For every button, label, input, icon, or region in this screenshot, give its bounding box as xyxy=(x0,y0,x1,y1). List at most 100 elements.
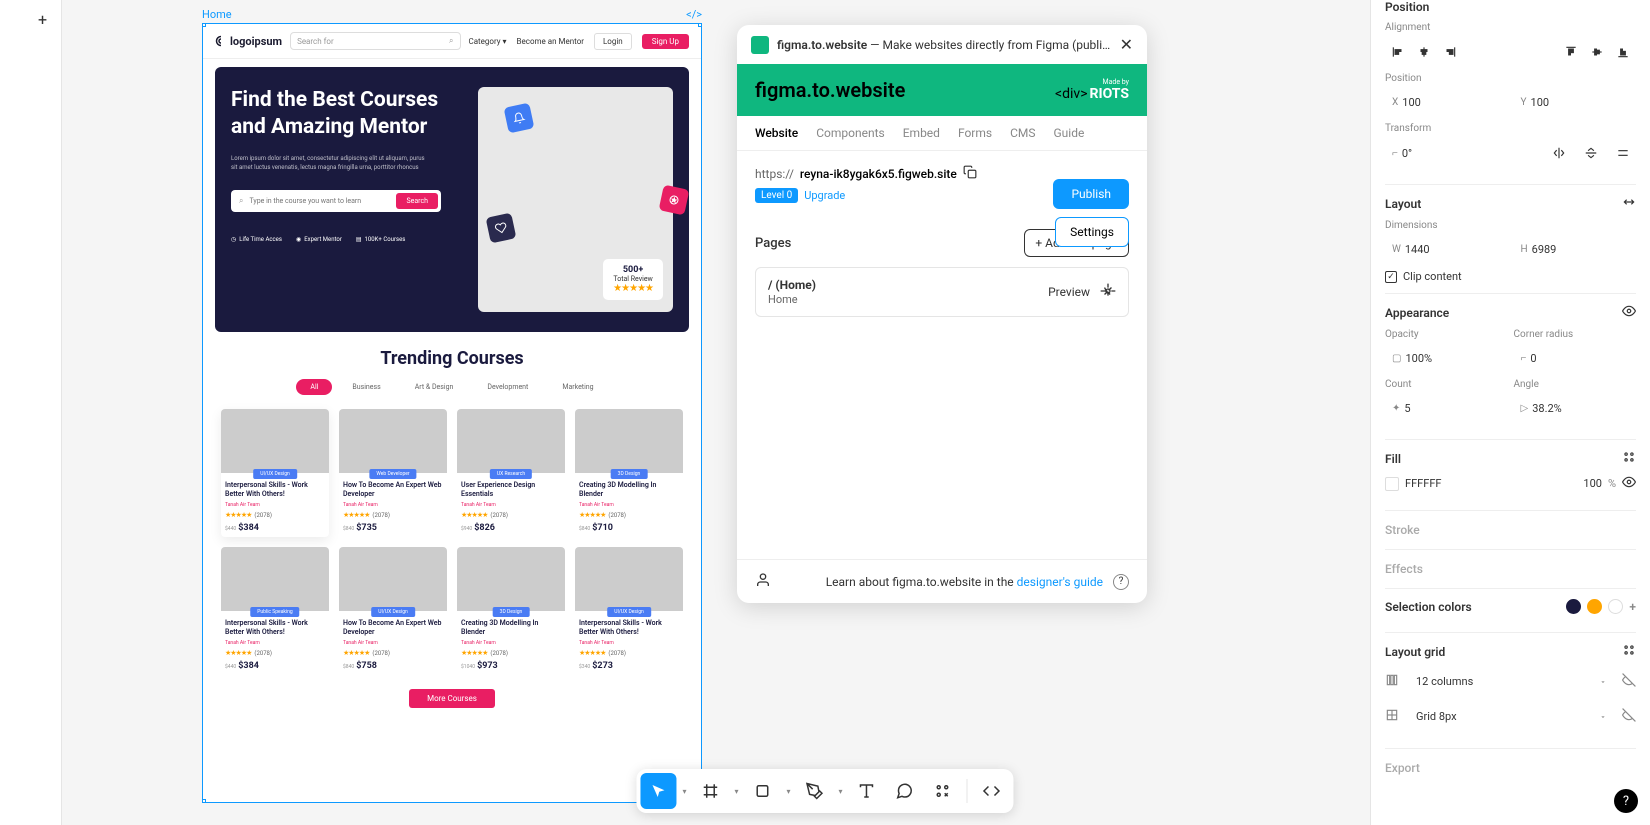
dev-mode-tool[interactable] xyxy=(974,773,1010,809)
close-icon[interactable]: ✕ xyxy=(1120,35,1133,54)
tab-business[interactable]: Business xyxy=(338,379,394,395)
clip-content-checkbox[interactable]: ✓Clip content xyxy=(1385,270,1636,283)
tab-art[interactable]: Art & Design xyxy=(401,379,468,395)
tab-embed[interactable]: Embed xyxy=(903,126,940,140)
designers-guide-link[interactable]: designer's guide xyxy=(1017,575,1103,589)
effects-section[interactable]: Effects xyxy=(1385,550,1636,589)
canvas[interactable]: Home </> logoipsum Search for ⌕ Category… xyxy=(62,0,1370,825)
fill-hex[interactable]: FFFFFF xyxy=(1405,477,1577,490)
angle-field[interactable]: ▷38.2% xyxy=(1514,396,1637,421)
plugin-header[interactable]: figma.to.website — Make websites directl… xyxy=(737,25,1147,64)
tab-website[interactable]: Website xyxy=(755,126,798,140)
color-swatch[interactable] xyxy=(1566,599,1581,614)
page-item[interactable]: / (Home) Home Preview xyxy=(755,267,1129,317)
fill-opacity[interactable]: 100 xyxy=(1583,477,1602,490)
count-field[interactable]: ✦5 xyxy=(1385,396,1508,421)
rotation-field[interactable]: ⌐0° xyxy=(1385,141,1467,166)
user-icon[interactable] xyxy=(755,572,771,591)
frame-label[interactable]: Home </> xyxy=(202,8,702,21)
selection-handle[interactable] xyxy=(202,23,206,27)
x-field[interactable]: X100 xyxy=(1385,90,1508,115)
chevron-down-icon[interactable]: ▾ xyxy=(835,787,847,796)
autolayout-icon[interactable] xyxy=(1622,195,1636,212)
course-card[interactable]: 3D Design Creating 3D Modelling In Blend… xyxy=(575,409,683,537)
tab-components[interactable]: Components xyxy=(816,126,885,140)
tab-all[interactable]: All xyxy=(296,379,332,395)
course-card[interactable]: Public Speaking Interpersonal Skills - W… xyxy=(221,547,329,675)
course-card[interactable]: Web Developer How To Become An Expert We… xyxy=(339,409,447,537)
width-field[interactable]: W1440 xyxy=(1385,237,1508,262)
plugin-panel[interactable]: figma.to.website — Make websites directl… xyxy=(737,25,1147,603)
tab-forms[interactable]: Forms xyxy=(958,126,992,140)
fill-color-chip[interactable] xyxy=(1385,477,1399,491)
text-tool[interactable] xyxy=(849,773,885,809)
frame-home[interactable]: logoipsum Search for ⌕ Category ▾ Become… xyxy=(202,23,702,803)
tab-marketing[interactable]: Marketing xyxy=(548,379,607,395)
upgrade-link[interactable]: Upgrade xyxy=(804,189,845,202)
visibility-icon[interactable] xyxy=(1622,304,1636,321)
become-mentor-link[interactable]: Become an Mentor xyxy=(517,37,584,46)
selection-handle[interactable] xyxy=(202,799,206,803)
more-courses-button[interactable]: More Courses xyxy=(409,689,495,708)
add-button[interactable]: + xyxy=(38,10,47,29)
code-icon[interactable]: </> xyxy=(686,8,702,21)
course-card[interactable]: 3D Design Creating 3D Modelling In Blend… xyxy=(457,547,565,675)
grid-dropdown[interactable]: Grid 8px xyxy=(1407,703,1616,730)
pen-tool[interactable] xyxy=(797,773,833,809)
tab-dev[interactable]: Development xyxy=(473,379,542,395)
preview-link[interactable]: Preview xyxy=(1048,285,1090,299)
selection-handle[interactable] xyxy=(698,23,702,27)
chevron-down-icon[interactable]: ▾ xyxy=(678,787,690,796)
height-field[interactable]: H6989 xyxy=(1514,237,1637,262)
publish-button[interactable]: Publish xyxy=(1053,179,1129,209)
copy-icon[interactable] xyxy=(963,165,977,182)
fill-visibility-icon[interactable] xyxy=(1622,475,1636,492)
columns-dropdown[interactable]: 12 columns xyxy=(1407,668,1616,695)
move-tool[interactable] xyxy=(640,773,676,809)
hero-search-button[interactable]: Search xyxy=(396,193,438,209)
course-card[interactable]: UI/UX Design Interpersonal Skills - Work… xyxy=(575,547,683,675)
hero-search[interactable]: ⌕ Search xyxy=(231,190,441,212)
fill-style-icon[interactable] xyxy=(1622,450,1636,467)
help-button[interactable]: ? xyxy=(1614,789,1638,813)
color-swatch[interactable] xyxy=(1587,599,1602,614)
align-center-h-icon[interactable] xyxy=(1411,39,1437,65)
align-bottom-icon[interactable] xyxy=(1610,39,1636,65)
chevron-down-icon[interactable]: ▾ xyxy=(730,787,742,796)
align-left-icon[interactable] xyxy=(1385,39,1411,65)
export-section[interactable]: Export xyxy=(1385,749,1636,787)
hero-search-input[interactable] xyxy=(249,197,390,205)
course-card[interactable]: UX Research User Experience Design Essen… xyxy=(457,409,565,537)
category-dropdown[interactable]: Category ▾ xyxy=(469,37,507,46)
grid-visibility-icon[interactable] xyxy=(1622,673,1636,690)
header-search[interactable]: Search for ⌕ xyxy=(290,32,460,50)
color-swatch[interactable] xyxy=(1608,599,1623,614)
comment-tool[interactable] xyxy=(887,773,923,809)
flip-v-icon[interactable] xyxy=(1578,140,1604,166)
course-card[interactable]: UI/UX Design Interpersonal Skills - Work… xyxy=(221,409,329,537)
course-card[interactable]: UI/UX Design How To Become An Expert Web… xyxy=(339,547,447,675)
corner-field[interactable]: ⌐0 xyxy=(1514,346,1637,371)
flip-h-icon[interactable] xyxy=(1546,140,1572,166)
more-transform-icon[interactable] xyxy=(1610,140,1636,166)
grid-visibility-icon[interactable] xyxy=(1622,708,1636,725)
signup-button[interactable]: Sign Up xyxy=(642,34,689,49)
grid-style-icon[interactable] xyxy=(1622,643,1636,660)
stroke-section[interactable]: Stroke xyxy=(1385,511,1636,550)
login-button[interactable]: Login xyxy=(594,33,632,50)
tab-guide[interactable]: Guide xyxy=(1054,126,1085,140)
align-top-icon[interactable] xyxy=(1558,39,1584,65)
y-field[interactable]: Y100 xyxy=(1514,90,1637,115)
frame-tool[interactable] xyxy=(692,773,728,809)
rectangle-tool[interactable] xyxy=(745,773,781,809)
add-color-icon[interactable]: + xyxy=(1629,600,1636,614)
actions-tool[interactable] xyxy=(925,773,961,809)
settings-button[interactable]: Settings xyxy=(1055,217,1129,247)
tab-cms[interactable]: CMS xyxy=(1010,126,1035,140)
help-icon[interactable]: ? xyxy=(1113,574,1129,590)
align-middle-icon[interactable] xyxy=(1584,39,1610,65)
opacity-field[interactable]: ▢100% xyxy=(1385,346,1508,371)
align-right-icon[interactable] xyxy=(1437,39,1463,65)
gear-icon[interactable] xyxy=(1100,283,1116,302)
chevron-down-icon[interactable]: ▾ xyxy=(783,787,795,796)
